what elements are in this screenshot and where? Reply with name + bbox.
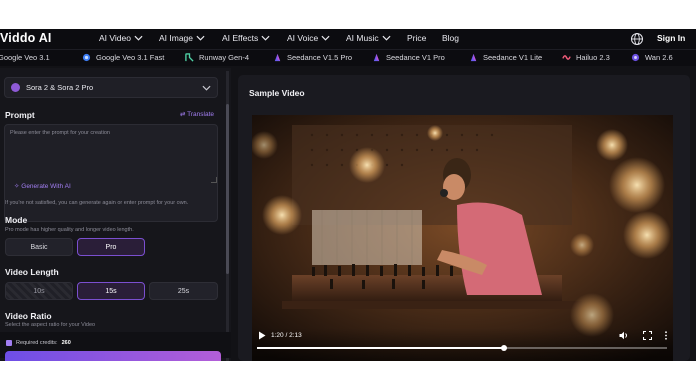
top-nav: Viddo AI AI Video AI Image AI Effects AI… <box>0 29 696 49</box>
sora-icon <box>11 83 20 92</box>
video-ratio-hint: Select the aspect ratio for your Video <box>5 322 96 328</box>
viddo-app: Viddo AI AI Video AI Image AI Effects AI… <box>0 29 696 361</box>
mode-pro-button[interactable]: Pro <box>77 238 145 256</box>
prompt-input[interactable] <box>10 130 210 170</box>
mode-hint: Pro mode has higher quality and longer v… <box>5 227 134 233</box>
model-google-veo-3-1-fast[interactable]: Google Veo 3.1 Fast <box>82 53 164 62</box>
nav-item-label: AI Voice <box>287 33 319 43</box>
nav-ai-effects[interactable]: AI Effects <box>222 33 270 43</box>
model-label: Seedance V1 Pro <box>386 53 445 62</box>
model-label: Google Veo 3.1 <box>0 53 50 62</box>
sidebar-scrollbar-thumb[interactable] <box>226 104 229 274</box>
google-veo-icon <box>82 53 91 62</box>
sign-in-button[interactable]: Sign In <box>657 33 685 43</box>
translate-button[interactable]: ⇄ Translate <box>180 110 214 118</box>
nav-ai-voice[interactable]: AI Voice <box>287 33 330 43</box>
nav-item-label: AI Video <box>99 33 131 43</box>
model-hailuo-2-3[interactable]: Hailuo 2.3 <box>562 53 610 62</box>
credits-value: 260 <box>61 340 71 346</box>
chevron-down-icon <box>202 85 211 91</box>
video-progress-bar[interactable] <box>257 345 667 351</box>
prompt-label: Prompt <box>5 110 35 120</box>
nav-item-label: Price <box>407 33 427 43</box>
model-label: Seedance V1.5 Pro <box>287 53 353 62</box>
model-label: Google Veo 3.1 Fast <box>96 53 165 62</box>
seedance-icon <box>373 53 380 62</box>
nav-item-label: AI Music <box>346 33 379 43</box>
credits-label: Required credits: <box>16 340 58 346</box>
more-options-icon[interactable] <box>664 331 668 340</box>
generate-with-ai-button[interactable]: ✧ Generate With AI <box>14 182 71 190</box>
video-time: 1:20 / 2:13 <box>271 332 302 339</box>
logo[interactable]: Viddo AI <box>0 31 52 45</box>
video-player[interactable] <box>252 115 673 361</box>
generate-button[interactable] <box>5 351 221 361</box>
seedance-icon <box>274 53 281 62</box>
mode-label: Mode <box>5 215 28 225</box>
model-strip: Google Veo 3.1 Google Veo 3.1 Fast Runwa… <box>0 49 696 66</box>
nav-item-label: Blog <box>442 33 460 43</box>
globe-icon[interactable] <box>630 32 644 46</box>
chevron-down-icon <box>382 35 391 41</box>
fullscreen-icon[interactable] <box>643 331 652 340</box>
seedance-icon <box>470 53 477 62</box>
sample-video-title: Sample Video <box>249 88 305 98</box>
credits-icon <box>6 340 12 346</box>
model-seedance-v1-lite[interactable]: Seedance V1 Lite <box>469 53 542 62</box>
video-controls <box>252 328 673 361</box>
chevron-down-icon <box>261 35 270 41</box>
nav-item-label: AI Effects <box>222 33 259 43</box>
model-label: Seedance V1 Lite <box>483 53 543 62</box>
nav-ai-video[interactable]: AI Video <box>99 33 143 43</box>
wan-icon <box>631 53 640 62</box>
model-select[interactable]: Sora 2 & Sora 2 Pro <box>4 77 218 98</box>
model-seedance-v1-pro[interactable]: Seedance V1 Pro <box>372 53 445 62</box>
video-progress-knob[interactable] <box>500 345 507 351</box>
model-google-veo-3-1[interactable]: Google Veo 3.1 <box>0 53 50 62</box>
nav-ai-music[interactable]: AI Music <box>346 33 391 43</box>
play-icon[interactable] <box>258 331 266 340</box>
length-15s-button[interactable]: 15s <box>77 282 145 300</box>
hailuo-icon <box>562 55 571 60</box>
model-runway-gen-4[interactable]: Runway Gen-4 <box>185 53 249 62</box>
video-length-label: Video Length <box>5 267 59 277</box>
video-progress-fill <box>257 347 504 349</box>
model-wan-2-6[interactable]: Wan 2.6 <box>631 53 673 62</box>
nav-blog[interactable]: Blog <box>442 33 459 43</box>
runway-icon <box>185 53 194 62</box>
chevron-down-icon <box>196 35 205 41</box>
mode-basic-button[interactable]: Basic <box>5 238 73 256</box>
model-label: Runway Gen-4 <box>199 53 250 62</box>
chevron-down-icon <box>321 35 330 41</box>
chevron-down-icon <box>134 35 143 41</box>
video-ratio-label: Video Ratio <box>5 311 52 321</box>
nav-ai-image[interactable]: AI Image <box>159 33 205 43</box>
translate-label: Translate <box>187 111 214 118</box>
generate-with-ai-label: Generate With AI <box>21 183 71 190</box>
model-label: Wan 2.6 <box>645 53 673 62</box>
model-label: Hailuo 2.3 <box>576 53 610 62</box>
length-25s-button[interactable]: 25s <box>149 282 218 300</box>
video-frame <box>252 115 673 361</box>
prompt-hint: If you're not satisfied, you can generat… <box>5 200 189 206</box>
required-credits: Required credits: 260 <box>6 340 71 346</box>
volume-icon[interactable] <box>619 331 629 340</box>
resize-handle[interactable] <box>211 177 217 183</box>
nav-item-label: AI Image <box>159 33 194 43</box>
nav-price[interactable]: Price <box>407 33 426 43</box>
model-select-value: Sora 2 & Sora 2 Pro <box>26 83 94 92</box>
model-seedance-v1-5-pro[interactable]: Seedance V1.5 Pro <box>273 53 352 62</box>
length-10s-button[interactable]: 10s <box>5 282 73 300</box>
